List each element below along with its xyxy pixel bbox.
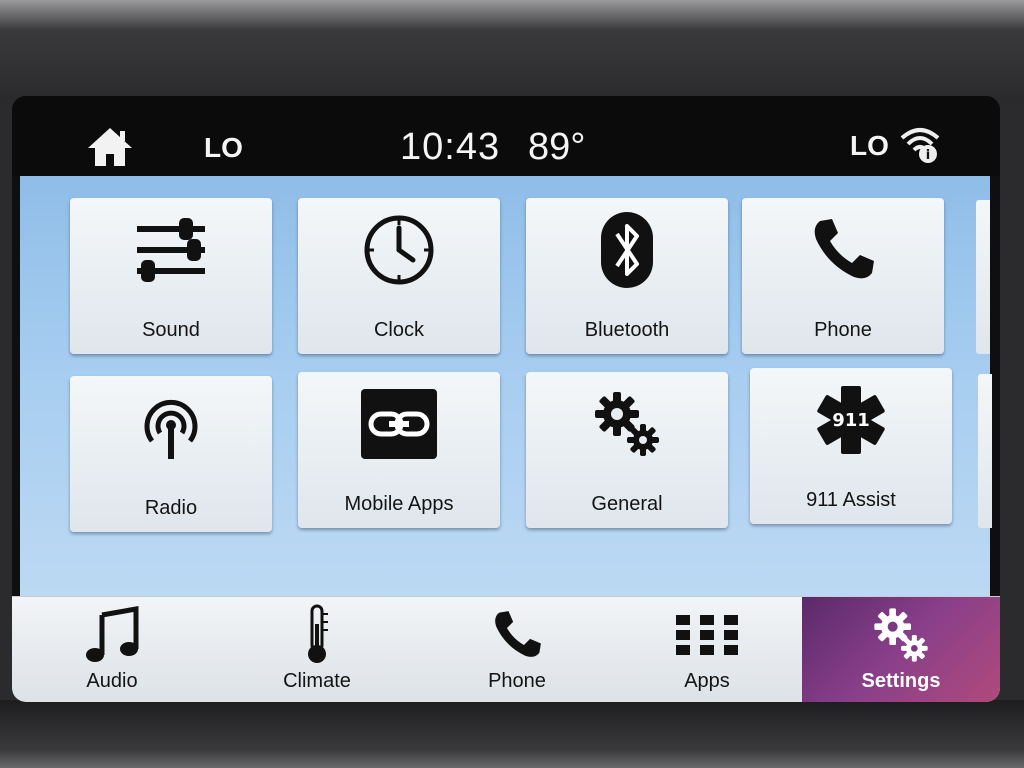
nav-label: Phone [488, 670, 546, 692]
nav-label: Settings [861, 670, 941, 692]
nav-apps[interactable]: Apps [612, 597, 802, 702]
thermometer-icon [308, 604, 328, 663]
nav-label: Apps [684, 670, 730, 692]
settings-grid: Sound Clock Bluetooth Phone Radio Mobile… [20, 176, 992, 647]
right-climate-indicator[interactable]: LO [850, 130, 889, 162]
tile-label: Clock [373, 319, 424, 341]
tile-label: Bluetooth [584, 319, 670, 341]
tile-label: General [591, 493, 663, 515]
tile-label: Mobile Apps [344, 493, 454, 515]
wifi-info-icon[interactable]: i [898, 124, 942, 164]
music-note-icon [86, 606, 139, 662]
tile-bluetooth[interactable]: Bluetooth [526, 198, 728, 354]
tile-911-assist[interactable]: 911 911 Assist [750, 368, 952, 524]
phone-handset-icon [814, 219, 874, 279]
star-of-life-911-icon: 911 [817, 386, 885, 454]
infotainment-screen: LO 10:43 89° LO i Sound Clock Bluetooth … [12, 96, 1000, 702]
outside-temperature: 89° [528, 126, 586, 168]
bezel-top [0, 0, 1024, 100]
gears-icon [595, 392, 659, 456]
clock-display: 10:43 [400, 126, 501, 168]
gears-icon [874, 608, 928, 662]
tile-general[interactable]: General [526, 372, 728, 528]
next-page-tile-peek [976, 200, 990, 354]
tile-label: Sound [142, 319, 200, 341]
tile-label: Phone [814, 319, 872, 341]
bottom-nav-bar: Audio Climate Phone Apps Settings [12, 596, 1000, 702]
tile-label: Radio [144, 497, 198, 519]
phone-handset-icon [495, 611, 541, 657]
nav-settings[interactable]: Settings [802, 597, 1000, 702]
tile-phone[interactable]: Phone [742, 198, 944, 354]
911-badge-text: 911 [832, 410, 870, 431]
link-icon [361, 389, 437, 459]
next-page-tile-peek [978, 374, 992, 528]
tile-clock[interactable]: Clock [298, 198, 500, 354]
nav-label: Climate [283, 670, 351, 692]
bezel-bottom [0, 700, 1024, 768]
bluetooth-icon [601, 212, 653, 288]
nav-label: Audio [86, 670, 138, 692]
nav-climate[interactable]: Climate [212, 597, 422, 702]
nav-phone[interactable]: Phone [422, 597, 612, 702]
svg-text:i: i [926, 148, 930, 163]
tile-mobile-apps[interactable]: Mobile Apps [298, 372, 500, 528]
tile-label: 911 Assist [806, 489, 896, 511]
apps-grid-icon [676, 615, 738, 655]
nav-audio[interactable]: Audio [12, 597, 212, 702]
tile-sound[interactable]: Sound [70, 198, 272, 354]
tile-radio[interactable]: Radio [70, 376, 272, 532]
equalizer-sliders-icon [137, 218, 205, 282]
radio-antenna-icon [144, 399, 198, 459]
home-icon[interactable] [86, 126, 134, 168]
status-bar: LO 10:43 89° LO i [12, 96, 1000, 176]
clock-icon [364, 215, 434, 285]
left-climate-indicator[interactable]: LO [204, 132, 243, 164]
